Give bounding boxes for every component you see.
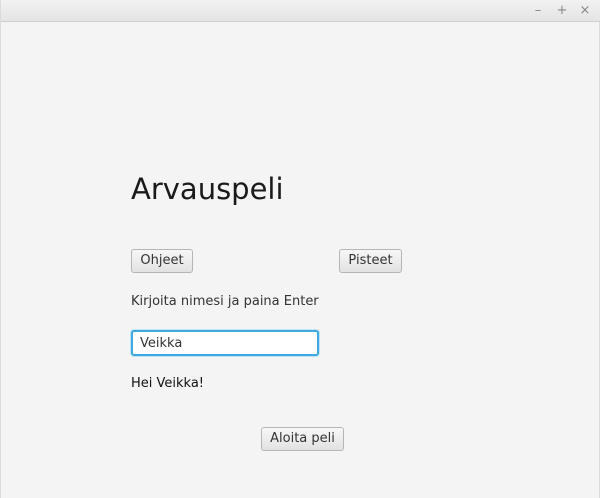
greeting-label: Hei Veikka! xyxy=(131,376,205,391)
title-bar: – + × xyxy=(1,0,600,22)
scores-button[interactable]: Pisteet xyxy=(339,249,402,273)
minimize-icon[interactable]: – xyxy=(530,3,546,19)
close-icon[interactable]: × xyxy=(577,3,593,19)
name-prompt-label: Kirjoita nimesi ja paina Enter xyxy=(131,294,319,309)
name-input[interactable] xyxy=(131,330,319,356)
maximize-icon[interactable]: + xyxy=(554,3,570,19)
start-game-button[interactable]: Aloita peli xyxy=(261,427,344,451)
page-title: Arvauspeli xyxy=(131,172,284,206)
app-window: – + × Arvauspeli Ohjeet Pisteet Kirjoita… xyxy=(0,0,600,498)
instructions-button[interactable]: Ohjeet xyxy=(131,249,193,273)
